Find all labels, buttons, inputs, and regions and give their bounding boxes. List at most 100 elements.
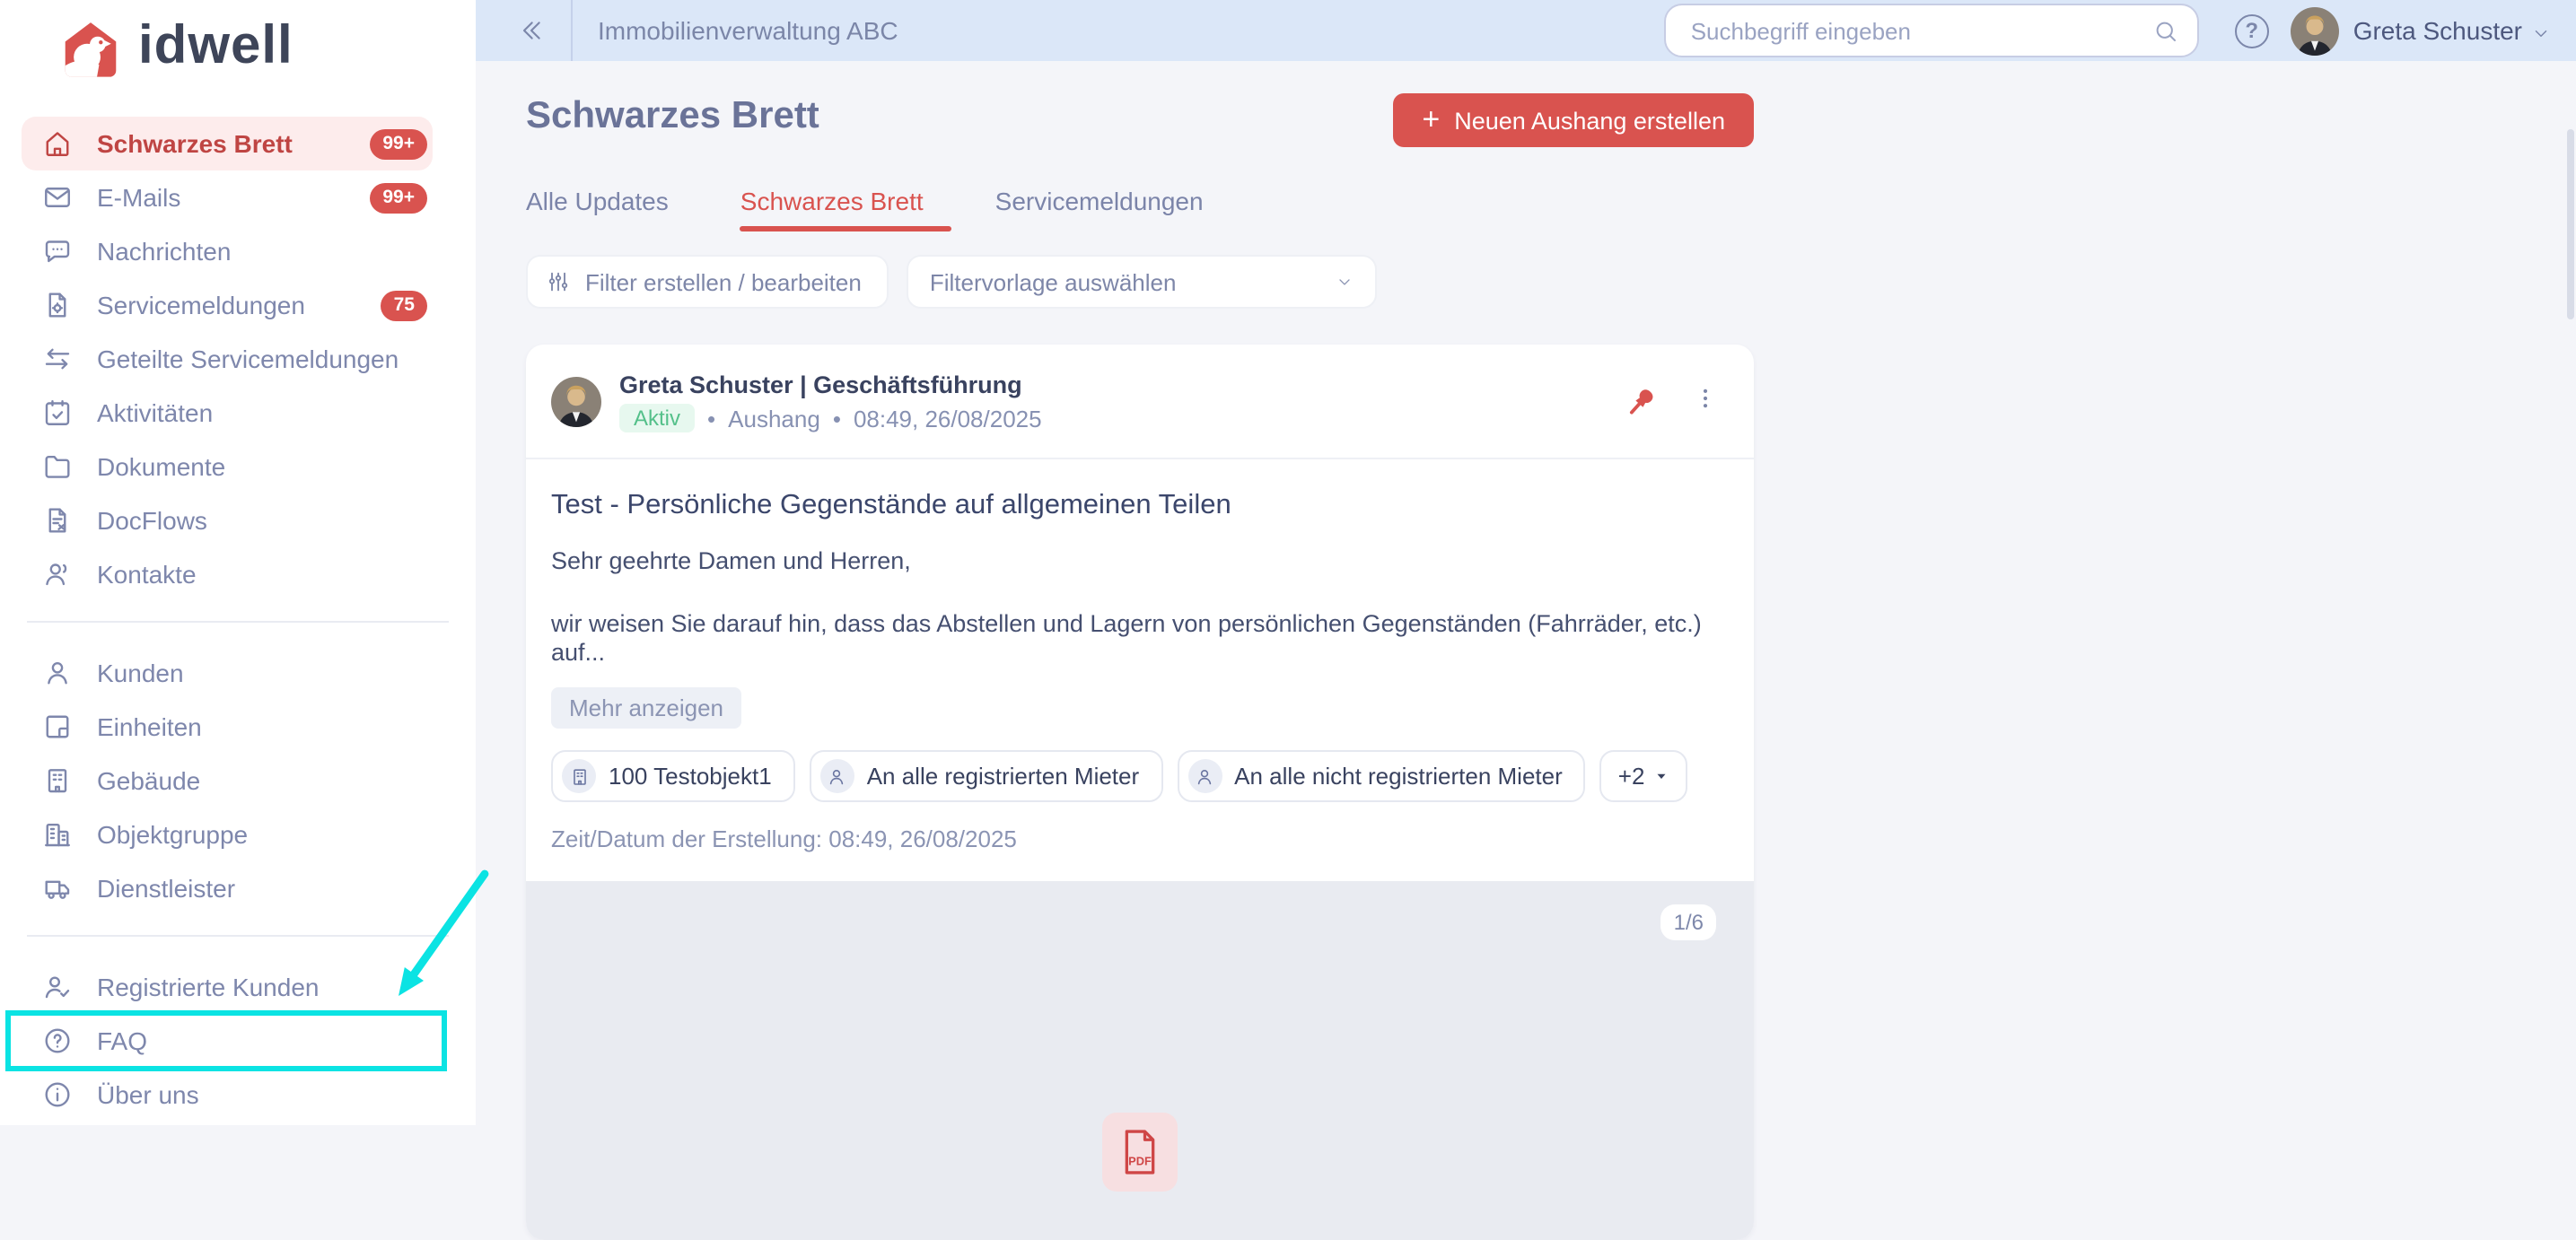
pdf-icon[interactable]: PDF (1102, 1113, 1178, 1192)
sidebar-item-label: Über uns (97, 1080, 199, 1109)
separator: • (833, 405, 841, 432)
create-aushang-label: Neuen Aushang erstellen (1454, 107, 1725, 134)
sidebar-item-dokumente[interactable]: Dokumente (22, 440, 433, 493)
tab-alle-updates[interactable]: Alle Updates (526, 187, 697, 231)
sidebar-item-label: Kunden (97, 659, 184, 687)
post-title: Test - Persönliche Gegenstände auf allge… (551, 488, 1729, 522)
sidebar-item-faq[interactable]: FAQ (22, 1014, 433, 1068)
post-tag-label: An alle nicht registrierten Mieter (1234, 763, 1563, 790)
sidebar-item-schwarzes-brett[interactable]: Schwarzes Brett99+ (22, 117, 433, 170)
post-tag[interactable]: An alle nicht registrierten Mieter (1177, 750, 1586, 802)
building-icon (562, 759, 596, 793)
calendar-check-icon (41, 397, 74, 429)
sidebar-item-kunden[interactable]: Kunden (22, 646, 433, 700)
create-aushang-button[interactable]: + Neuen Aushang erstellen (1393, 93, 1754, 147)
post-tags: 100 Testobjekt1 An alle registrierten Mie… (551, 750, 1729, 802)
filter-create-button[interactable]: Filter erstellen / bearbeiten (526, 255, 889, 309)
sidebar-item-geteilte-servicemeldungen[interactable]: Geteilte Servicemeldungen (22, 332, 433, 386)
tab-schwarzes-brett[interactable]: Schwarzes Brett (740, 187, 952, 231)
sidebar-item-label: Dokumente (97, 452, 225, 481)
unit-icon (41, 711, 74, 743)
company-name: Immobilienverwaltung ABC (598, 16, 898, 45)
idwell-logo-icon (59, 20, 122, 79)
post-tag[interactable]: An alle registrierten Mieter (810, 750, 1162, 802)
show-more-button[interactable]: Mehr anzeigen (551, 687, 741, 729)
status-badge: Aktiv (619, 404, 695, 432)
sidebar-item-label: DocFlows (97, 506, 207, 535)
filter-create-label: Filter erstellen / bearbeiten (585, 268, 862, 295)
scrollbar[interactable] (2567, 129, 2574, 319)
svg-text:PDF: PDF (1128, 1155, 1152, 1168)
sidebar-item-label: Aktivitäten (97, 398, 213, 427)
sidebar-item-docflows[interactable]: DocFlows (22, 493, 433, 547)
search-input[interactable] (1687, 15, 2152, 46)
filter-row: Filter erstellen / bearbeiten Filtervorl… (526, 255, 2576, 309)
post-tag-label: 100 Testobjekt1 (609, 763, 772, 790)
person-icon (1187, 759, 1222, 793)
page-title: Schwarzes Brett (526, 93, 819, 140)
person-check-icon (41, 971, 74, 1003)
sidebar-item-ueber-uns[interactable]: Über uns (22, 1068, 433, 1122)
user-avatar[interactable] (2291, 6, 2339, 55)
sidebar-item-kontakte[interactable]: Kontakte (22, 547, 433, 601)
sidebar-item-label: Dienstleister (97, 874, 235, 903)
chevron-down-icon (1336, 273, 1354, 291)
separator: • (707, 405, 715, 432)
sidebar-item-aktivitaeten[interactable]: Aktivitäten (22, 386, 433, 440)
media-counter: 1/6 (1661, 904, 1716, 940)
topbar-divider (571, 0, 573, 61)
person-icon (820, 759, 854, 793)
sidebar-item-objektgruppe[interactable]: Objektgruppe (22, 808, 433, 861)
post-author: Greta Schuster | Geschäftsführung (619, 371, 1042, 398)
tab-servicemeldungen[interactable]: Servicemeldungen (995, 187, 1232, 231)
post-timestamp: 08:49, 26/08/2025 (854, 405, 1042, 432)
sidebar-item-label: Objektgruppe (97, 820, 248, 849)
sidebar-item-nachrichten[interactable]: Nachrichten (22, 224, 433, 278)
sidebar-item-servicemeldungen[interactable]: Servicemeldungen 75 (22, 278, 433, 332)
sidebar-item-label: Nachrichten (97, 237, 231, 266)
contacts-icon (41, 558, 74, 590)
post-media[interactable]: 1/6 PDF (526, 881, 1754, 1240)
info-circle-icon (41, 1078, 74, 1111)
question-circle-icon (41, 1025, 74, 1057)
sidebar-nav: Schwarzes Brett99+E-Mails99+ Nachrichten S… (0, 99, 476, 1122)
sidebar-item-registrierte-kunden[interactable]: Registrierte Kunden (22, 960, 433, 1014)
post-type: Aushang (728, 405, 820, 432)
sidebar-item-label: Registrierte Kunden (97, 973, 320, 1001)
post-card: Greta Schuster | Geschäftsführung Aktiv … (526, 345, 1754, 1240)
notification-badge: 75 (381, 290, 427, 320)
post-tag-label: An alle registrierten Mieter (867, 763, 1139, 790)
post-tag[interactable]: 100 Testobjekt1 (551, 750, 795, 802)
brand-logo[interactable]: idwell (0, 0, 476, 99)
sidebar-item-emails[interactable]: E-Mails99+ (22, 170, 433, 224)
user-name[interactable]: Greta Schuster (2353, 16, 2522, 45)
sidebar-item-gebaeude[interactable]: Gebäude (22, 754, 433, 808)
search-icon (2152, 17, 2179, 44)
share-arrows-icon (41, 343, 74, 375)
building-icon (41, 764, 74, 797)
more-tags-chip[interactable]: +2 (1600, 750, 1688, 802)
chevron-down-icon[interactable] (2531, 22, 2551, 42)
filter-template-select[interactable]: Filtervorlage auswählen (907, 255, 1377, 309)
sidebar-item-label: Servicemeldungen (97, 291, 305, 319)
folder-icon (41, 450, 74, 483)
created-timestamp: Zeit/Datum der Erstellung: 08:49, 26/08/… (551, 825, 1729, 852)
sidebar-item-label: Kontakte (97, 560, 197, 589)
person-icon (41, 657, 74, 689)
author-avatar (551, 377, 601, 427)
sidebar-item-einheiten[interactable]: Einheiten (22, 700, 433, 754)
caret-down-icon (1653, 768, 1669, 784)
search-box[interactable] (1664, 4, 2199, 57)
brand-name: idwell (138, 19, 294, 80)
main-area: Immobilienverwaltung ABC ? Greta Schuste… (476, 0, 2576, 1125)
pin-icon[interactable] (1623, 383, 1660, 421)
doc-scissors-icon (41, 504, 74, 537)
post-body-line: wir weisen Sie darauf hin, dass das Abst… (551, 610, 1729, 668)
kebab-menu-icon[interactable] (1693, 386, 1718, 418)
plus-icon: + (1422, 103, 1440, 134)
help-icon[interactable]: ? (2235, 13, 2269, 48)
collapse-sidebar-icon[interactable] (517, 16, 546, 45)
truck-icon (41, 872, 74, 904)
sidebar-item-dienstleister[interactable]: Dienstleister (22, 861, 433, 915)
notification-badge: 99+ (370, 182, 427, 213)
